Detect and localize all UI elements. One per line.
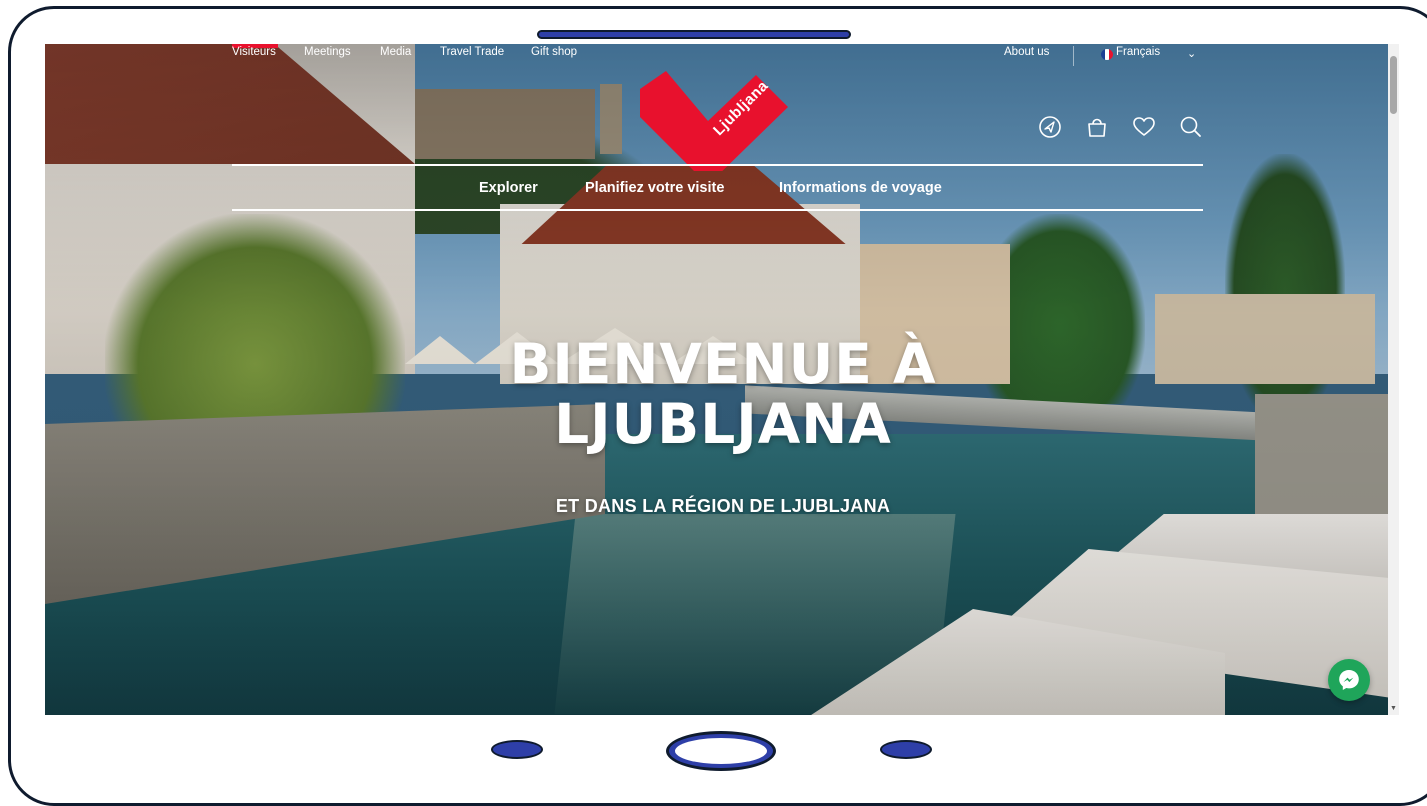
menu-travel-info[interactable]: Informations de voyage [779,180,942,196]
menu-explore[interactable]: Explorer [479,180,538,196]
topnav-meetings-link[interactable]: Meetings [304,46,351,58]
chevron-down-icon[interactable]: ⌄ [1187,47,1196,60]
scroll-down-arrow-icon[interactable]: ▼ [1390,705,1397,712]
shopping-bag-icon[interactable] [1084,114,1110,140]
topnav-about-us-link[interactable]: About us [1004,46,1049,58]
heart-icon[interactable] [1131,114,1157,140]
tablet-home-button[interactable] [666,731,776,771]
tablet-menu-button[interactable] [880,740,932,759]
topnav-visitors-link[interactable]: Visiteurs [232,46,276,58]
topnav-divider [1073,46,1074,66]
hero-title: BIENVENUE À LJUBLJANA [383,334,1063,454]
search-icon[interactable] [1178,114,1204,140]
topnav-gift-shop-link[interactable]: Gift shop [531,46,577,58]
scrollbar-thumb[interactable] [1390,56,1397,114]
language-selector[interactable]: Français [1116,46,1160,58]
compass-icon[interactable] [1037,114,1063,140]
menu-plan-visit[interactable]: Planifiez votre visite [585,180,724,196]
tablet-speaker [537,30,851,39]
hero-title-line1: BIENVENUE À [509,332,937,396]
menu-divider-top [232,164,1203,166]
hero-title-line2: LJUBLJANA [554,392,892,456]
tablet-back-button[interactable] [491,740,543,759]
messenger-chat-button[interactable] [1328,659,1370,701]
menu-divider-bottom [232,209,1203,211]
topnav-media-link[interactable]: Media [380,46,411,58]
topnav-travel-trade-link[interactable]: Travel Trade [440,46,504,58]
hero-subtitle: ET DANS LA RÉGION DE LJUBLJANA [555,496,891,516]
browser-viewport: Visiteurs Meetings Media Travel Trade Gi… [45,44,1399,715]
french-flag-icon [1101,49,1113,60]
page-scrollbar[interactable]: ▼ [1388,44,1399,715]
messenger-icon [1339,670,1359,690]
